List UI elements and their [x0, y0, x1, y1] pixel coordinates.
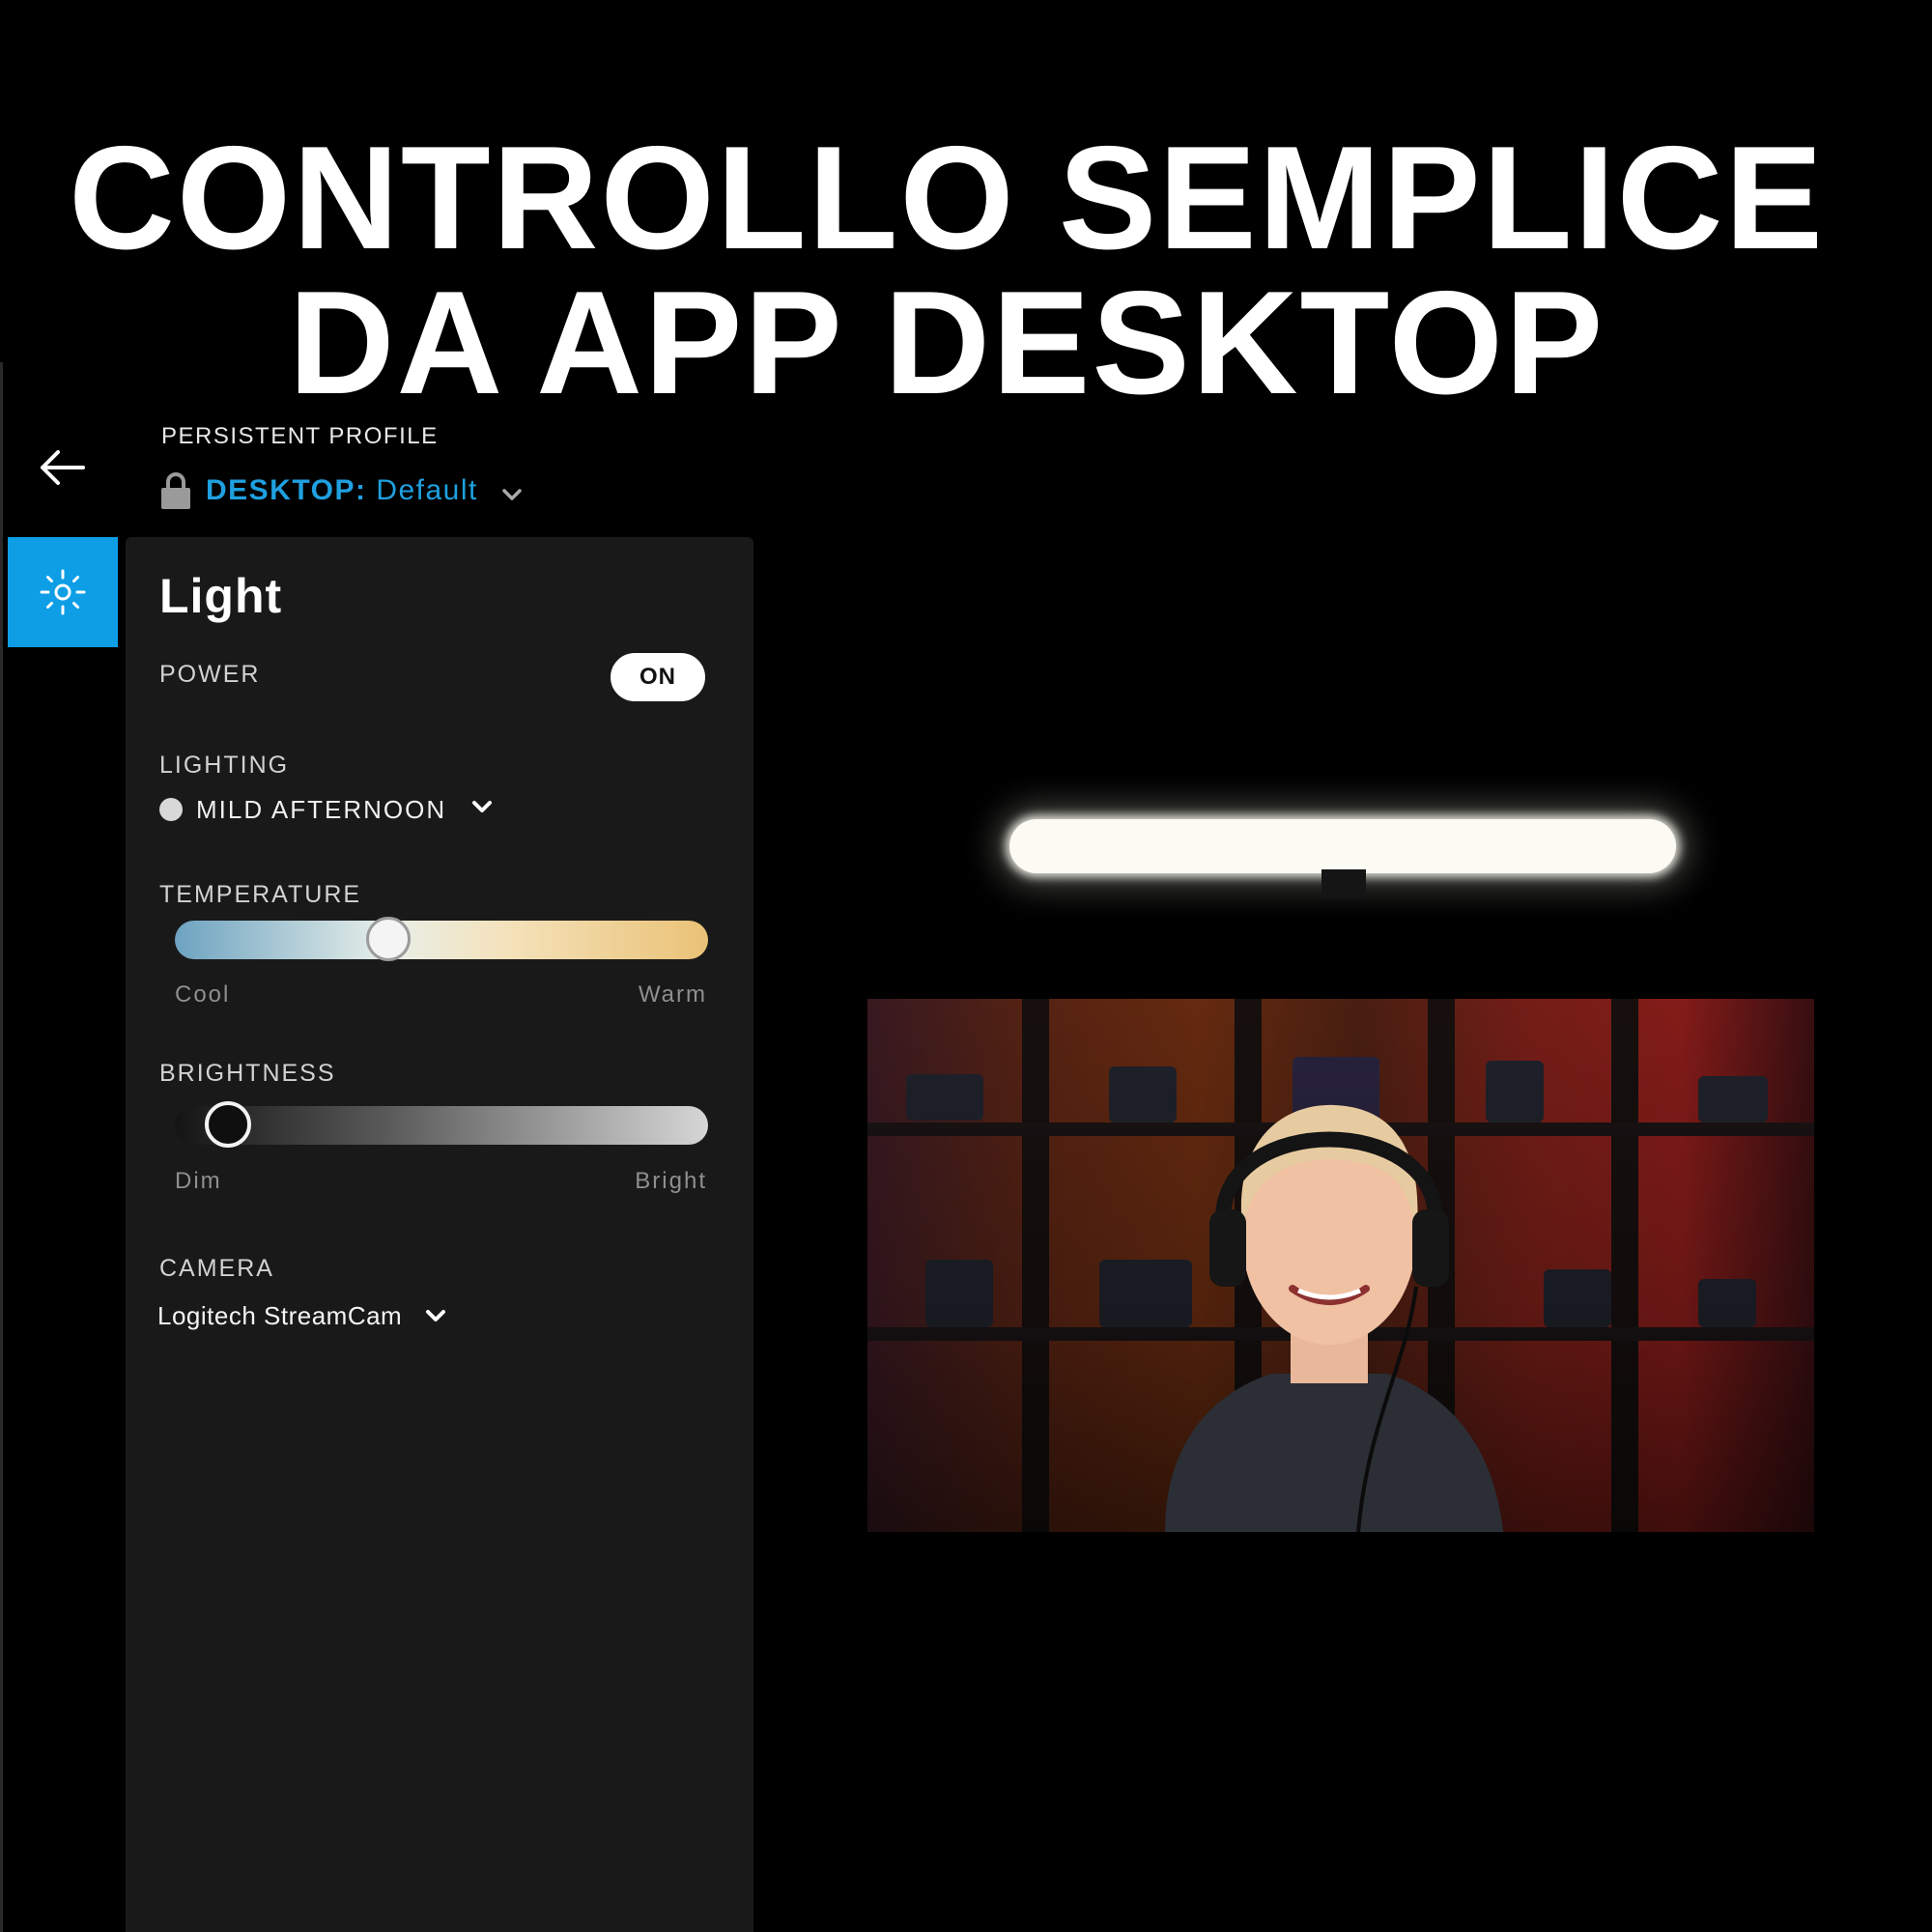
color-dot-icon: [159, 798, 183, 821]
temperature-max-label: Warm: [638, 981, 707, 1008]
person-silhouette: [1165, 1104, 1503, 1532]
profile-value: Default: [376, 474, 478, 506]
brightness-max-label: Bright: [635, 1168, 707, 1194]
profile-name: DESKTOP: Default: [206, 474, 478, 507]
camera-preview: [867, 999, 1814, 1532]
headline-line-1: CONTROLLO SEMPLICE: [69, 116, 1825, 280]
light-bar-mount: [1321, 869, 1366, 898]
profile-prefix: DESKTOP:: [206, 474, 367, 506]
lighting-value: MILD AFTERNOON: [196, 794, 447, 824]
window-left-edge: [0, 362, 3, 1932]
brightness-label: BRIGHTNESS: [159, 1060, 336, 1087]
camera-value: Logitech StreamCam: [157, 1300, 403, 1330]
lock-icon: [161, 472, 190, 509]
tab-light[interactable]: [8, 537, 118, 647]
chevron-down-icon: [426, 1310, 446, 1321]
power-label: POWER: [159, 661, 261, 688]
light-panel: Light POWER ON LIGHTING MILD AFTERNOON T…: [126, 537, 753, 1932]
headline-line-2: DA APP DESKTOP: [288, 261, 1605, 425]
chevron-down-icon[interactable]: [499, 482, 525, 507]
temperature-slider[interactable]: [175, 917, 708, 961]
arrow-left-icon[interactable]: [37, 446, 87, 489]
sun-icon: [40, 569, 86, 615]
profile-label: PERSISTENT PROFILE: [161, 423, 439, 449]
lighting-label: LIGHTING: [159, 752, 290, 779]
temperature-label: TEMPERATURE: [159, 881, 362, 908]
headline: CONTROLLO SEMPLICE DA APP DESKTOP: [0, 116, 1893, 425]
brightness-slider[interactable]: [175, 1101, 708, 1148]
temperature-min-label: Cool: [175, 981, 231, 1008]
profile-selector[interactable]: DESKTOP: Default: [159, 469, 525, 512]
panel-title: Light: [159, 569, 283, 623]
brightness-slider-handle[interactable]: [205, 1101, 252, 1148]
light-bar-illustration: [1009, 819, 1676, 873]
lighting-dropdown[interactable]: MILD AFTERNOON: [159, 792, 495, 827]
camera-dropdown[interactable]: Logitech StreamCam: [157, 1296, 448, 1335]
chevron-down-icon: [472, 801, 493, 812]
temperature-slider-handle[interactable]: [365, 917, 411, 961]
power-toggle[interactable]: ON: [611, 653, 705, 701]
camera-label: CAMERA: [159, 1255, 274, 1282]
brightness-min-label: Dim: [175, 1168, 222, 1194]
